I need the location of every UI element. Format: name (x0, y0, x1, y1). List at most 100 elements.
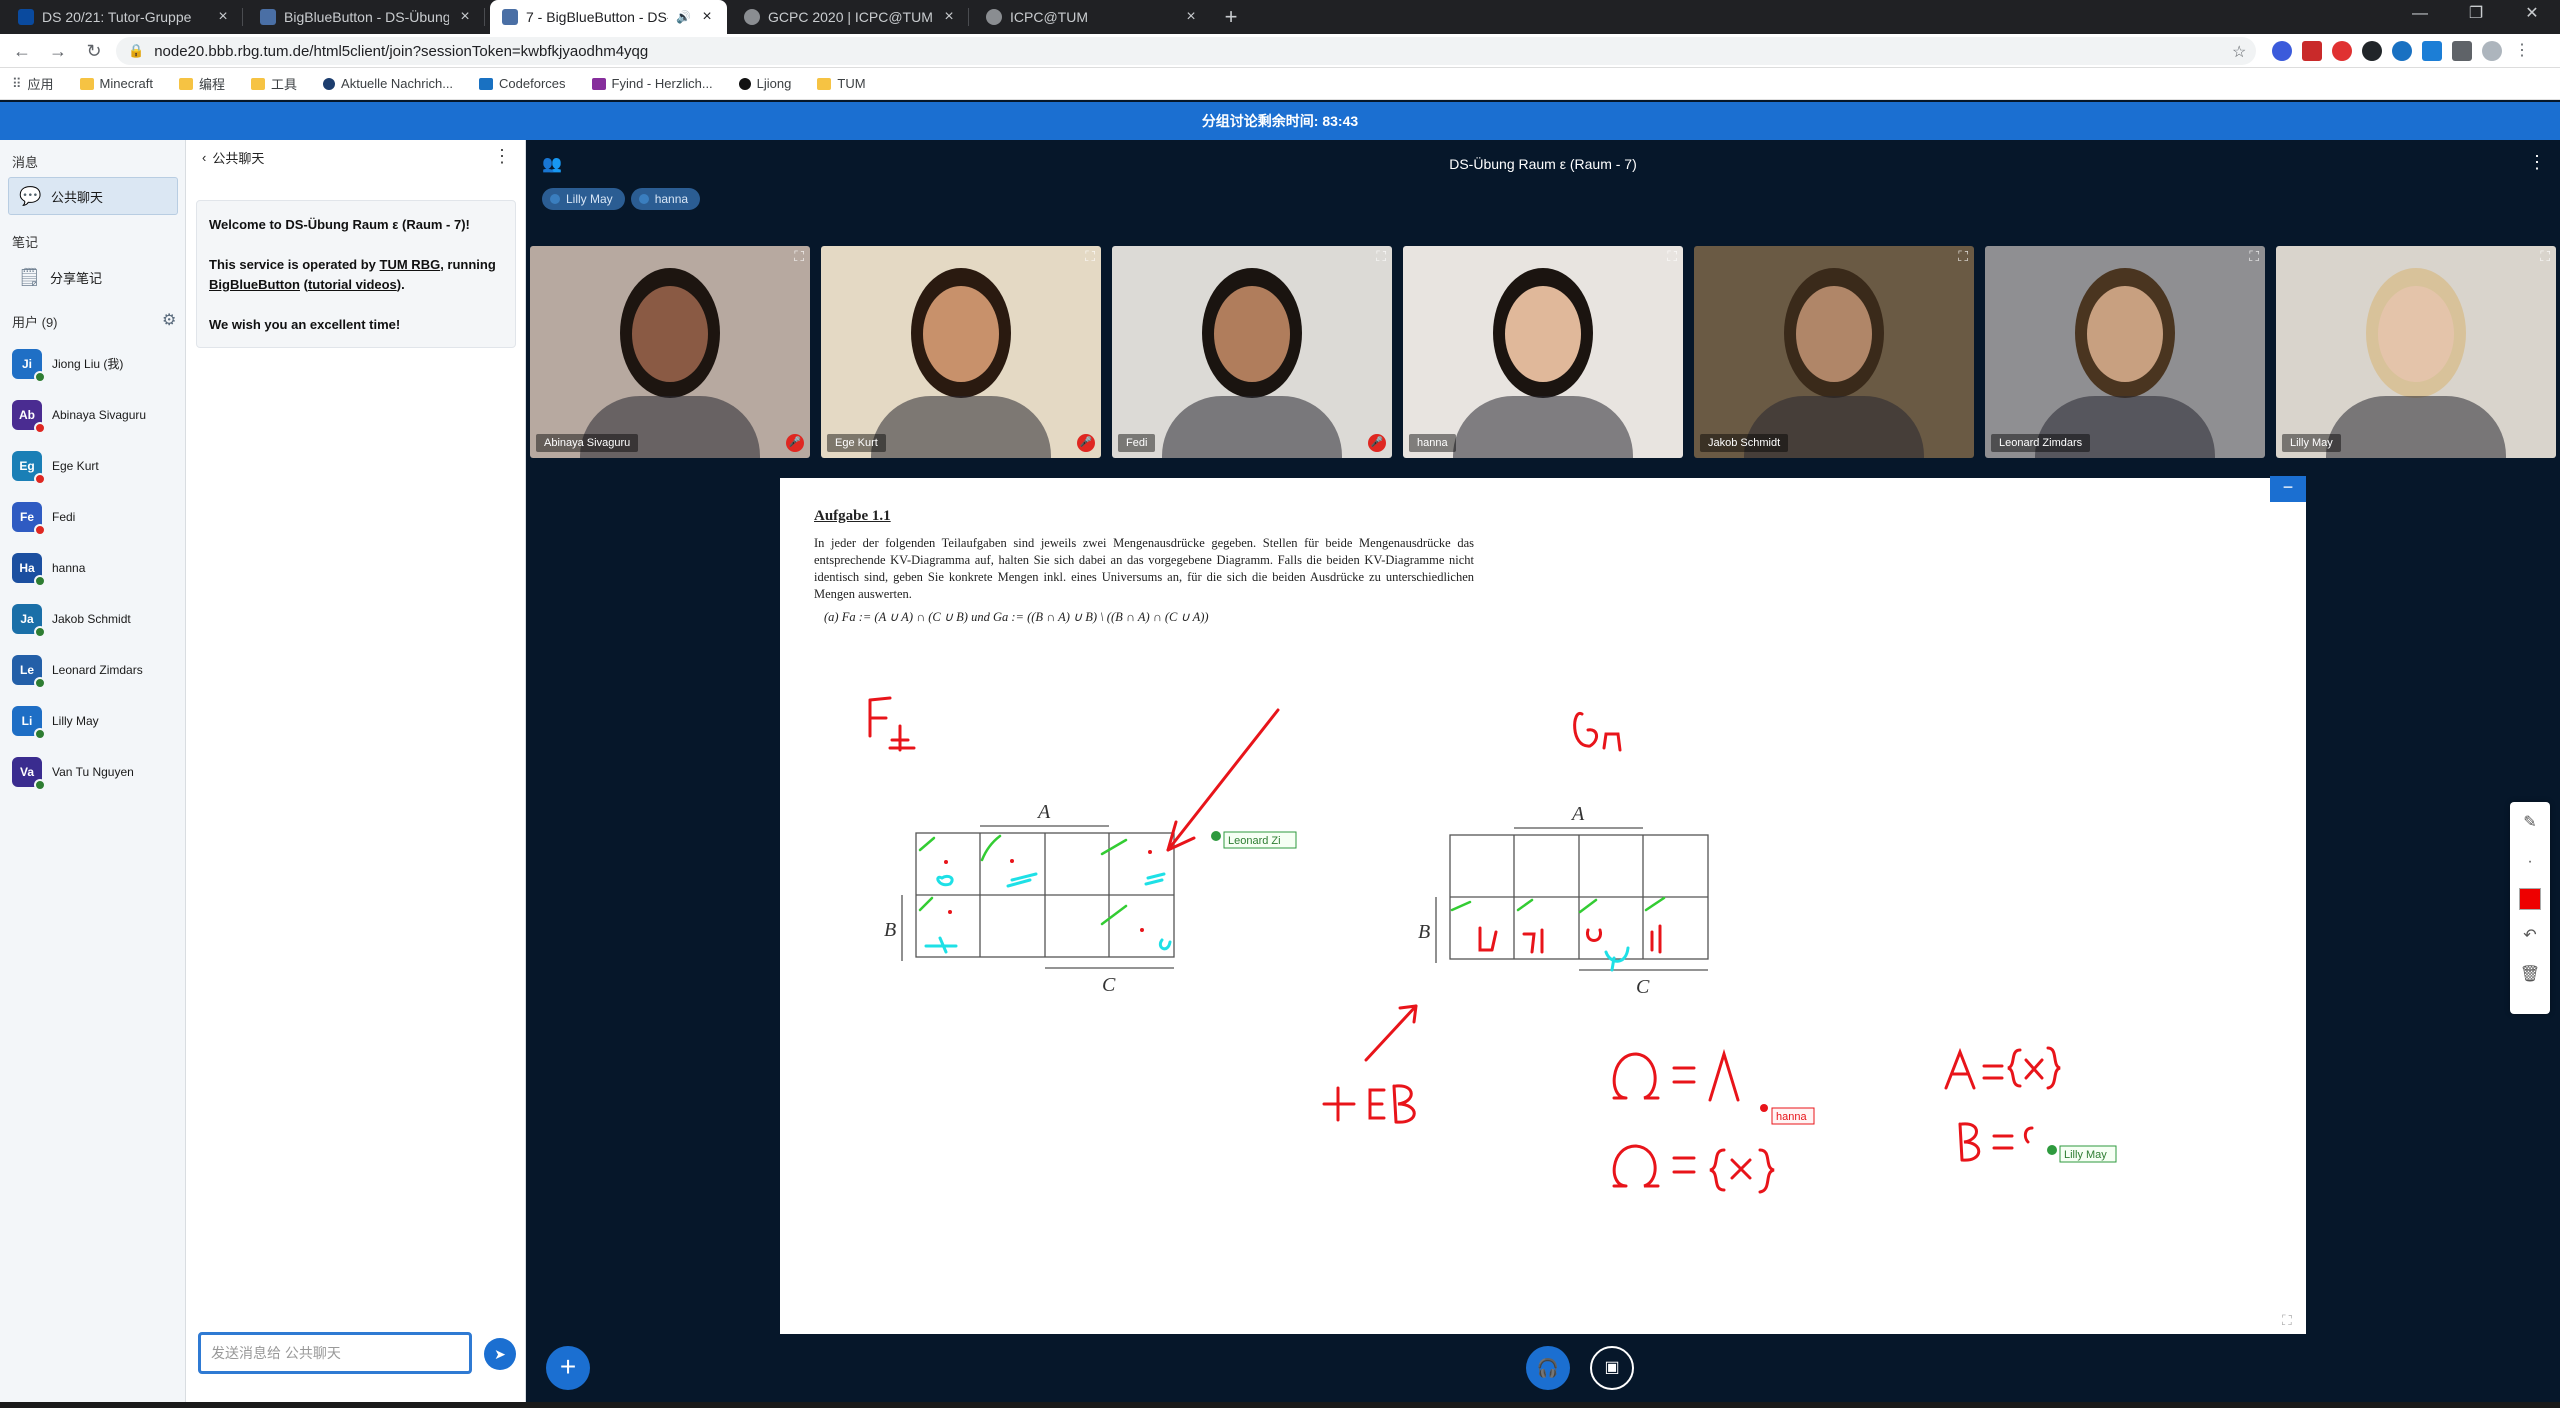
bookmark-folder[interactable]: 编程 (179, 74, 225, 93)
tutorial-videos-link[interactable]: tutorial videos (308, 277, 397, 292)
webcam-user-name[interactable]: Jakob Schmidt (1700, 434, 1789, 452)
user-list-item[interactable]: Le Leonard Zimdars (12, 644, 182, 695)
user-list-item[interactable]: Ha hanna (12, 542, 182, 593)
actions-button[interactable]: + (546, 1346, 590, 1390)
expand-icon[interactable]: ⛶ (1958, 248, 1968, 265)
bookmark-link[interactable]: Aktuelle Nachrich... (323, 76, 453, 91)
url-field[interactable]: 🔒 node20.bbb.rbg.tum.de/html5client/join… (116, 37, 2256, 65)
webcam-tile[interactable]: ⛶ Ege Kurt 🎤 (821, 246, 1101, 458)
speaker-icon[interactable]: 🔊 (676, 10, 691, 24)
webcam-user-name[interactable]: Fedi (1118, 434, 1156, 452)
reload-icon[interactable]: ↻ (80, 37, 108, 65)
expand-icon[interactable]: ⛶ (1667, 248, 1677, 265)
ink-a-sub (888, 724, 916, 752)
user-list-item[interactable]: Ja Jakob Schmidt (12, 593, 182, 644)
chat-message-input[interactable]: 发送消息给 公共聊天 (198, 1332, 472, 1374)
fullscreen-slide-icon[interactable]: ⛶ (2282, 1312, 2292, 1329)
browser-tab[interactable]: GCPC 2020 | ICPC@TUM × (732, 0, 969, 34)
webcam-tile[interactable]: ⛶ Abinaya Sivaguru 🎤 (530, 246, 810, 458)
close-icon[interactable]: × (1183, 8, 1199, 26)
trash-icon[interactable]: 🗑 (2517, 962, 2543, 988)
avatar: Ab (12, 399, 46, 434)
user-list-item[interactable]: Li Lilly May (12, 695, 182, 746)
bookmark-folder[interactable]: 工具 (251, 74, 297, 93)
chat-title: 公共聊天 (212, 151, 265, 166)
pencil-icon[interactable]: ✎ (2517, 810, 2543, 836)
extension-icon[interactable] (2392, 41, 2412, 61)
color-picker-button[interactable] (2519, 888, 2541, 910)
close-icon[interactable]: × (941, 8, 957, 26)
user-list-item[interactable]: Ji Jiong Liu (我) (12, 338, 182, 389)
presentation-slide[interactable]: Aufgabe 1.1 In jeder der folgenden Teila… (780, 478, 2306, 1334)
bookmark-link[interactable]: Codeforces (479, 76, 566, 91)
user-list-item[interactable]: Ab Abinaya Sivaguru (12, 389, 182, 440)
share-extension-icon[interactable] (2422, 41, 2442, 61)
webcam-user-name[interactable]: Lilly May (2282, 434, 2341, 452)
tum-rbg-link[interactable]: TUM RBG (380, 257, 441, 272)
talker-badge[interactable]: Lilly May (542, 188, 625, 210)
webcam-user-name[interactable]: hanna (1409, 434, 1456, 452)
block-extension-icon[interactable] (2332, 41, 2352, 61)
webcam-tile[interactable]: ⛶ Jakob Schmidt (1694, 246, 1974, 458)
chat-options-icon[interactable]: ⋮ (493, 146, 511, 167)
extension-icon[interactable] (2272, 41, 2292, 61)
profile-avatar[interactable] (2482, 41, 2502, 61)
expand-icon[interactable]: ⛶ (1085, 248, 1095, 265)
webcam-user-name[interactable]: Abinaya Sivaguru (536, 434, 639, 452)
browser-tab[interactable]: BigBlueButton - DS-Übung Ra × (248, 0, 485, 34)
lock-icon[interactable]: 🔒 (128, 43, 144, 59)
headphones-button[interactable]: 🎧 (1526, 1346, 1570, 1390)
person-face (923, 286, 999, 382)
webcam-tile[interactable]: ⛶ Leonard Zimdars (1985, 246, 2265, 458)
puzzle-icon[interactable] (2452, 41, 2472, 61)
user-list-item[interactable]: Eg Ege Kurt (12, 440, 182, 491)
webcam-user-name[interactable]: Leonard Zimdars (1991, 434, 2091, 452)
shared-notes-item[interactable]: 🗒 分享笔记 (8, 258, 178, 296)
user-list-item[interactable]: Va Van Tu Nguyen (12, 746, 182, 797)
webcam-user-name[interactable]: Ege Kurt (827, 434, 886, 452)
expand-icon[interactable]: ⛶ (1376, 248, 1386, 265)
user-list-item[interactable]: Fe Fedi (12, 491, 182, 542)
expand-icon[interactable]: ⛶ (794, 248, 804, 265)
bookmark-star-icon[interactable]: ☆ (2232, 42, 2246, 62)
muted-microphone-icon: 🎤 (1077, 434, 1095, 452)
bigbluebutton-link[interactable]: BigBlueButton (209, 277, 300, 292)
browser-tab-active[interactable]: 7 - BigBlueButton - DS-Üb 🔊 × (490, 0, 727, 34)
minimize-presentation-button[interactable]: − (2270, 476, 2306, 502)
expand-icon[interactable]: ⛶ (2249, 248, 2259, 265)
back-icon[interactable]: ← (8, 37, 36, 65)
close-icon[interactable]: × (699, 8, 715, 26)
expand-icon[interactable]: ⛶ (2540, 248, 2550, 265)
bookmark-link[interactable]: Fyind - Herzlich... (591, 76, 713, 91)
new-tab-button[interactable]: + (1218, 4, 1244, 30)
extension-icon[interactable] (2362, 41, 2382, 61)
send-message-button[interactable]: ➤ (484, 1338, 516, 1370)
close-icon[interactable]: × (215, 8, 231, 26)
chat-hide-button[interactable]: ‹ 公共聊天 (202, 148, 264, 167)
undo-icon[interactable]: ↶ (2517, 923, 2543, 949)
pdf-extension-icon[interactable] (2302, 41, 2322, 61)
webcam-tile[interactable]: ⛶ Lilly May (2276, 246, 2556, 458)
talker-badge[interactable]: hanna (630, 188, 701, 210)
avatar: Ha (12, 552, 46, 587)
public-chat-item[interactable]: 💬 公共聊天 (8, 177, 178, 215)
forward-icon[interactable]: → (44, 37, 72, 65)
bookmark-folder[interactable]: Minecraft (79, 76, 153, 91)
restore-icon[interactable]: ❐ (2448, 0, 2504, 34)
bookmark-apps[interactable]: ⠿ 应用 (12, 74, 54, 93)
browser-menu-icon[interactable]: ⋮ (2512, 41, 2532, 61)
webcam-tile[interactable]: ⛶ hanna (1403, 246, 1683, 458)
bookmark-folder[interactable]: TUM (817, 76, 866, 91)
minimize-icon[interactable]: — (2392, 0, 2448, 34)
options-menu-icon[interactable]: ⋮ (2528, 152, 2546, 173)
close-window-icon[interactable]: ✕ (2504, 0, 2560, 34)
share-webcam-button[interactable]: ▣ (1590, 1346, 1634, 1390)
browser-tab[interactable]: DS 20/21: Tutor-Gruppe × (6, 0, 243, 34)
stroke-thickness-icon[interactable]: · (2517, 849, 2543, 875)
browser-tab[interactable]: ICPC@TUM × (974, 0, 1211, 34)
whiteboard-toolbar: ✎ · ↶ 🗑 (2510, 802, 2550, 1014)
close-icon[interactable]: × (457, 8, 473, 26)
bookmark-link[interactable]: Ljiong (738, 76, 791, 91)
gear-icon[interactable]: ⚙ (162, 310, 176, 330)
webcam-tile[interactable]: ⛶ Fedi 🎤 (1112, 246, 1392, 458)
